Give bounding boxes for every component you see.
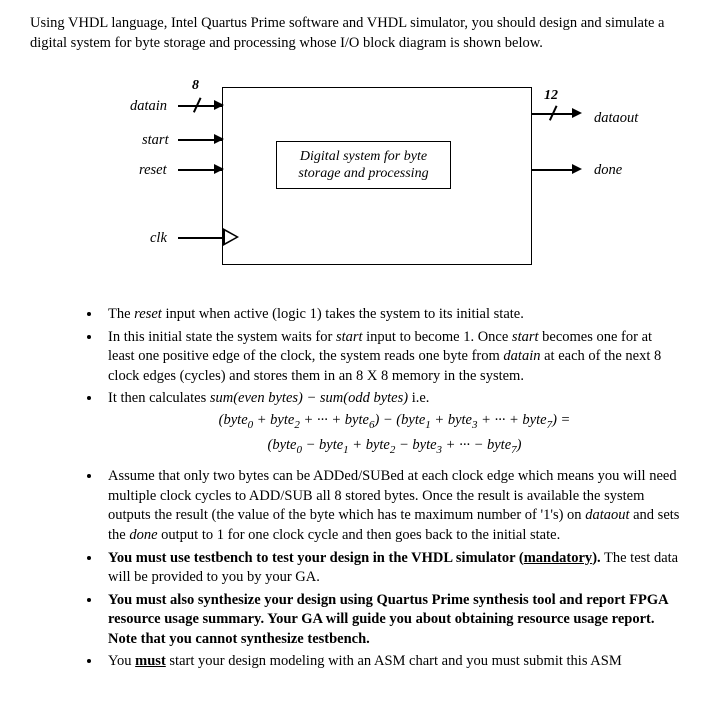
- equation-2: (byte0 − byte1 + byte2 − byte3 + ··· − b…: [108, 434, 681, 459]
- inner-box: Digital system for byte storage and proc…: [276, 141, 451, 189]
- equation-1: (byte0 + byte2 + ··· + byte6) − (byte1 +…: [108, 409, 681, 434]
- eq1-a: (byte: [219, 412, 248, 428]
- b2-datain: datain: [503, 348, 540, 364]
- arrow-done: [572, 164, 582, 174]
- arrow-datain: [214, 100, 224, 110]
- bullet-6: You must also synthesize your design usi…: [102, 591, 681, 650]
- b7-must: must: [135, 653, 166, 669]
- b1-post: input when active (logic 1) takes the sy…: [162, 306, 524, 322]
- eq2-b: − byte: [302, 437, 343, 453]
- b4-c: output to 1 for one clock cycle and then…: [158, 527, 561, 543]
- eq1-c: + ··· + byte: [300, 412, 369, 428]
- b5-a: You must use testbench to test your desi…: [108, 550, 524, 566]
- b2-start2: start: [512, 329, 539, 345]
- eq1-b: + byte: [253, 412, 294, 428]
- bullet-list: The reset input when active (logic 1) ta…: [30, 305, 681, 672]
- label-datain: datain: [130, 97, 167, 117]
- inner-box-line1: Digital system for byte: [300, 148, 427, 166]
- b2-b: input to become 1. Once: [363, 329, 512, 345]
- clk-triangle-icon: [223, 228, 239, 246]
- label-done: done: [594, 161, 622, 181]
- arrow-start: [214, 134, 224, 144]
- b7-b: start your design modeling with an ASM c…: [166, 653, 622, 669]
- eq1-d: ) − (byte: [374, 412, 425, 428]
- line-done: [532, 169, 576, 171]
- label-start: start: [142, 131, 169, 151]
- line-clk: [178, 237, 222, 239]
- bullet-2: In this initial state the system waits f…: [102, 328, 681, 387]
- arrow-reset: [214, 164, 224, 174]
- b2-a: In this initial state the system waits f…: [108, 329, 336, 345]
- b4-done: done: [129, 527, 157, 543]
- bullet-7: You must start your design modeling with…: [102, 652, 681, 672]
- b4-dataout: dataout: [585, 507, 629, 523]
- eq2-d: − byte: [395, 437, 436, 453]
- slash-datain: [190, 98, 204, 112]
- bullet-1: The reset input when active (logic 1) ta…: [102, 305, 681, 325]
- eq1-f: + ··· + byte: [477, 412, 546, 428]
- eq1-g: ) =: [552, 412, 570, 428]
- intro-paragraph: Using VHDL language, Intel Quartus Prime…: [30, 14, 681, 53]
- bullet-4: Assume that only two bytes can be ADDed/…: [102, 467, 681, 545]
- bullet-3: It then calculates sum(even bytes) − sum…: [102, 389, 681, 459]
- b1-reset: reset: [134, 306, 162, 322]
- eq2-c: + byte: [349, 437, 390, 453]
- b5-b: ).: [592, 550, 600, 566]
- label-clk: clk: [150, 229, 167, 249]
- b7-a: You: [108, 653, 135, 669]
- b5-mand: mandatory: [524, 550, 592, 566]
- eq2-a: (byte: [268, 437, 297, 453]
- inner-box-line2: storage and processing: [298, 165, 428, 183]
- bus-width-in: 8: [192, 77, 199, 96]
- eq2-e: + ··· − byte: [442, 437, 511, 453]
- label-reset: reset: [139, 161, 167, 181]
- bus-width-out: 12: [544, 87, 558, 106]
- b1-pre: The: [108, 306, 134, 322]
- b3-pre: It then calculates: [108, 390, 210, 406]
- b3-ie: i.e.: [408, 390, 429, 406]
- bullet-5: You must use testbench to test your desi…: [102, 549, 681, 588]
- eq2-f: ): [517, 437, 522, 453]
- eq1-e: + byte: [431, 412, 472, 428]
- slash-dataout: [546, 106, 560, 120]
- label-dataout: dataout: [594, 109, 638, 129]
- arrow-dataout: [572, 108, 582, 118]
- b2-start1: start: [336, 329, 363, 345]
- b3-expr: sum(even bytes) − sum(odd bytes): [210, 390, 408, 406]
- block-diagram: Digital system for byte storage and proc…: [74, 71, 594, 287]
